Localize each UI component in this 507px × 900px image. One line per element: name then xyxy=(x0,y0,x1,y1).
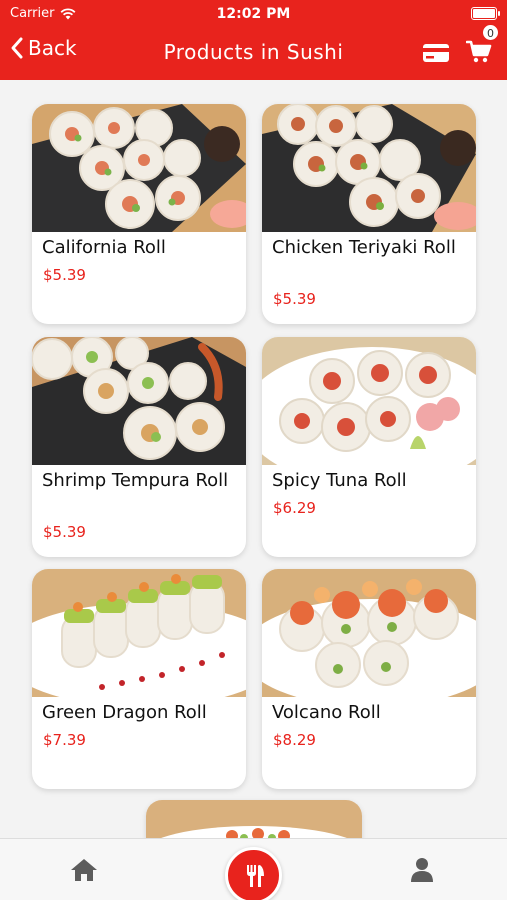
product-image xyxy=(32,569,246,707)
product-image xyxy=(262,104,476,232)
back-label: Back xyxy=(28,36,77,60)
product-price: $7.39 xyxy=(43,731,86,749)
product-name: Volcano Roll xyxy=(272,702,381,723)
product-image xyxy=(262,569,476,707)
product-name: Chicken Teriyaki Roll xyxy=(272,237,456,258)
user-icon[interactable] xyxy=(410,857,434,883)
status-bar: Carrier 12:02 PM xyxy=(0,0,507,28)
product-card-spicy-tuna-roll[interactable]: Spicy Tuna Roll $6.29 xyxy=(262,337,476,557)
credit-card-icon[interactable] xyxy=(422,42,450,64)
cart-icon[interactable] xyxy=(466,40,492,64)
product-price: $5.39 xyxy=(43,523,86,541)
product-card-chicken-teriyaki-roll[interactable]: Chicken Teriyaki Roll $5.39 xyxy=(262,104,476,324)
nav-bar: Back Products in Sushi xyxy=(0,32,507,76)
product-price: $5.39 xyxy=(43,266,86,284)
cart-count-badge: 0 xyxy=(482,24,499,41)
product-price: $8.29 xyxy=(273,731,316,749)
utensils-icon xyxy=(246,864,264,887)
home-icon[interactable] xyxy=(70,857,98,883)
product-name: California Roll xyxy=(42,237,166,258)
tab-bar xyxy=(0,838,507,900)
back-button[interactable]: Back xyxy=(10,36,77,60)
product-card-california-roll[interactable]: California Roll $5.39 xyxy=(32,104,246,324)
product-image xyxy=(32,104,246,232)
product-price: $6.29 xyxy=(273,499,316,517)
product-card-shrimp-tempura-roll[interactable]: Shrimp Tempura Roll $5.39 xyxy=(32,337,246,557)
product-card-green-dragon-roll[interactable]: Green Dragon Roll $7.39 xyxy=(32,569,246,789)
chevron-left-icon xyxy=(11,37,23,59)
product-card-volcano-roll[interactable]: Volcano Roll $8.29 xyxy=(262,569,476,789)
product-name: Green Dragon Roll xyxy=(42,702,207,723)
battery-icon xyxy=(471,7,500,20)
status-time: 12:02 PM xyxy=(216,6,291,22)
product-image xyxy=(262,337,476,487)
product-image xyxy=(32,337,246,465)
product-price: $5.39 xyxy=(273,290,316,308)
product-name: Shrimp Tempura Roll xyxy=(42,470,229,491)
product-name: Spicy Tuna Roll xyxy=(272,470,407,491)
menu-tab-button[interactable] xyxy=(225,847,282,900)
app-header: Carrier 12:02 PM Back Products in Sushi xyxy=(0,0,507,80)
